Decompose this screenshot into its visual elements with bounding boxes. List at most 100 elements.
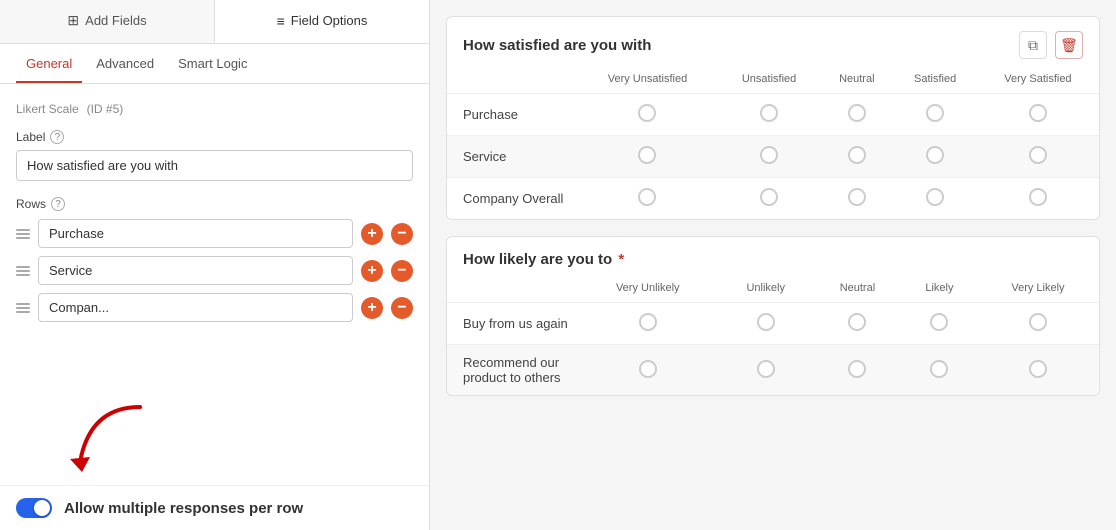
tab-add-fields[interactable]: ⊞ Add Fields — [0, 0, 215, 43]
sub-tab-advanced[interactable]: Advanced — [86, 44, 164, 83]
row-input-1[interactable] — [38, 219, 353, 248]
radio-cell[interactable] — [718, 345, 813, 396]
radio-circle[interactable] — [926, 188, 944, 206]
radio-circle[interactable] — [926, 146, 944, 164]
radio-cell[interactable] — [718, 303, 813, 345]
radio-cell[interactable] — [977, 178, 1099, 220]
radio-circle[interactable] — [638, 104, 656, 122]
radio-circle[interactable] — [848, 146, 866, 164]
radio-cell[interactable] — [813, 345, 902, 396]
col-header-2-3: Neutral — [813, 278, 902, 303]
row-input-2[interactable] — [38, 256, 353, 285]
radio-circle[interactable] — [848, 360, 866, 378]
radio-circle[interactable] — [1029, 188, 1047, 206]
radio-circle[interactable] — [757, 360, 775, 378]
drag-handle-3[interactable] — [16, 303, 30, 313]
radio-cell[interactable] — [893, 94, 977, 136]
table-row: Purchase — [447, 94, 1099, 136]
radio-cell[interactable] — [577, 303, 718, 345]
card-1-copy-button[interactable]: ⧉ — [1019, 31, 1047, 59]
row-remove-button-2[interactable] — [391, 260, 413, 282]
radio-cell[interactable] — [718, 136, 820, 178]
card-header-2: How likely are you to * — [447, 237, 1099, 278]
radio-circle[interactable] — [760, 146, 778, 164]
radio-cell[interactable] — [977, 303, 1099, 345]
radio-circle[interactable] — [848, 188, 866, 206]
radio-circle[interactable] — [638, 188, 656, 206]
radio-cell[interactable] — [813, 303, 902, 345]
radio-cell[interactable] — [977, 136, 1099, 178]
radio-cell[interactable] — [577, 94, 718, 136]
card-1-delete-button[interactable]: 🗑 — [1055, 31, 1083, 59]
row-add-button-2[interactable] — [361, 260, 383, 282]
drag-handle-1[interactable] — [16, 229, 30, 239]
radio-cell[interactable] — [977, 94, 1099, 136]
col-header-1-4: Satisfied — [893, 69, 977, 94]
radio-cell[interactable] — [577, 345, 718, 396]
radio-cell[interactable] — [902, 303, 977, 345]
radio-circle[interactable] — [1029, 313, 1047, 331]
table-row: Service — [447, 136, 1099, 178]
radio-cell[interactable] — [977, 345, 1099, 396]
sub-tab-smart-logic[interactable]: Smart Logic — [168, 44, 257, 83]
tab-add-fields-label: Add Fields — [85, 13, 146, 28]
table-row: Buy from us again — [447, 303, 1099, 345]
radio-cell[interactable] — [820, 136, 893, 178]
col-header-empty-1 — [447, 69, 577, 94]
radio-circle[interactable] — [760, 188, 778, 206]
radio-circle[interactable] — [639, 313, 657, 331]
radio-circle[interactable] — [848, 104, 866, 122]
col-header-2-1: Very Unlikely — [577, 278, 718, 303]
card-1-actions: ⧉ 🗑 — [1019, 31, 1083, 59]
radio-cell[interactable] — [893, 136, 977, 178]
likert-table-2: Very Unlikely Unlikely Neutral Likely Ve… — [447, 278, 1099, 395]
row-remove-button-1[interactable] — [391, 223, 413, 245]
label-help-icon[interactable]: ? — [50, 130, 64, 144]
likert-table-1: Very Unsatisfied Unsatisfied Neutral Sat… — [447, 69, 1099, 219]
tabs-header: ⊞ Add Fields ≡ Field Options — [0, 0, 429, 44]
radio-circle[interactable] — [760, 104, 778, 122]
grid-icon: ⊞ — [67, 12, 79, 29]
radio-circle[interactable] — [930, 360, 948, 378]
radio-cell[interactable] — [820, 94, 893, 136]
radio-cell[interactable] — [893, 178, 977, 220]
table-row: Company Overall — [447, 178, 1099, 220]
required-star: * — [618, 251, 624, 268]
radio-circle[interactable] — [1029, 104, 1047, 122]
sub-tab-general[interactable]: General — [16, 44, 82, 83]
radio-cell[interactable] — [718, 94, 820, 136]
row-remove-button-3[interactable] — [391, 297, 413, 319]
radio-cell[interactable] — [577, 136, 718, 178]
radio-circle[interactable] — [638, 146, 656, 164]
drag-handle-2[interactable] — [16, 266, 30, 276]
label-text: Label — [16, 130, 45, 144]
toggle-switch[interactable] — [16, 498, 52, 518]
row-item-1 — [16, 219, 413, 248]
radio-circle[interactable] — [757, 313, 775, 331]
likert-card-2: How likely are you to * Very Unlikely Un… — [446, 236, 1100, 396]
row-label-1-3: Company Overall — [447, 178, 577, 220]
radio-circle[interactable] — [1029, 146, 1047, 164]
row-item-2 — [16, 256, 413, 285]
row-input-3[interactable] — [38, 293, 353, 322]
col-header-1-3: Neutral — [820, 69, 893, 94]
radio-cell[interactable] — [718, 178, 820, 220]
likert-card-1: How satisfied are you with ⧉ 🗑 Very Unsa… — [446, 16, 1100, 220]
radio-circle[interactable] — [639, 360, 657, 378]
radio-cell[interactable] — [902, 345, 977, 396]
copy-icon: ⧉ — [1028, 37, 1038, 54]
col-header-1-5: Very Satisfied — [977, 69, 1099, 94]
tab-field-options[interactable]: ≡ Field Options — [215, 0, 429, 43]
radio-cell[interactable] — [577, 178, 718, 220]
label-input[interactable] — [16, 150, 413, 181]
card-header-1: How satisfied are you with ⧉ 🗑 — [447, 17, 1099, 69]
radio-circle[interactable] — [1029, 360, 1047, 378]
radio-circle[interactable] — [848, 313, 866, 331]
rows-help-icon[interactable]: ? — [51, 197, 65, 211]
radio-cell[interactable] — [820, 178, 893, 220]
radio-circle[interactable] — [926, 104, 944, 122]
row-add-button-1[interactable] — [361, 223, 383, 245]
row-add-button-3[interactable] — [361, 297, 383, 319]
card-1-title: How satisfied are you with — [463, 37, 651, 54]
radio-circle[interactable] — [930, 313, 948, 331]
